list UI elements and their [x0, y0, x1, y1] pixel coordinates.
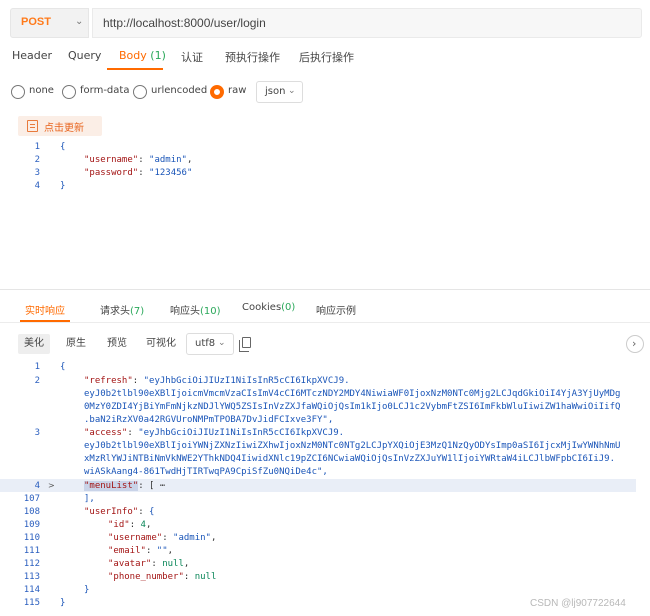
code-line-wrap: eyJ0b2tlbl90eXBlIjoiYWNjZXNzIiwiZXhwIjox…	[84, 441, 621, 451]
line-number: 114	[23, 585, 40, 595]
document-icon	[27, 120, 38, 132]
tab-auth[interactable]: 认证	[181, 49, 203, 65]
chevron-right-icon[interactable]: ›	[626, 335, 644, 353]
method-select[interactable]: POST ⌄	[10, 8, 89, 38]
line-number: 4	[34, 181, 40, 191]
view-visualize-button[interactable]: 可视化	[140, 334, 182, 354]
tab-cookies[interactable]: Cookies(0)	[242, 302, 295, 313]
line-number: 1	[34, 362, 40, 372]
tab-query[interactable]: Query	[68, 49, 101, 62]
code-line-wrap: wiASkAang4-861TwdHjTIRTwqPA9CpiSfZu0NQiD…	[84, 467, 328, 477]
code-line: "password": "123456"	[84, 168, 193, 178]
line-number: 3	[34, 428, 40, 438]
tab-response-examples[interactable]: 响应示例	[316, 302, 356, 317]
tab-body[interactable]: Body (1)	[119, 49, 166, 62]
code-line: }	[60, 598, 66, 608]
code-line: {	[60, 142, 66, 152]
code-line: "email": "",	[108, 546, 174, 556]
update-button[interactable]: 点击更新	[18, 116, 102, 136]
line-number: 111	[23, 546, 40, 556]
code-line: "userInfo": {	[84, 507, 155, 517]
divider	[0, 289, 650, 290]
code-line: "id": 4,	[108, 520, 152, 530]
watermark: CSDN @lj907722644	[530, 598, 626, 609]
code-line: "menuList": [ ⋯	[84, 481, 166, 491]
tab-response-headers[interactable]: 响应头(10)	[170, 302, 221, 317]
tab-request-headers[interactable]: 请求头(7)	[100, 302, 144, 317]
url-input[interactable]: http://localhost:8000/user/login	[92, 8, 642, 38]
request-body-editor[interactable]: 1 { 2 "username": "admin", 3 "password":…	[0, 140, 650, 288]
copy-icon[interactable]	[239, 337, 251, 352]
code-line-wrap: xMzRlYWJiNTBiNmVkNWE2YThkNDQ4IiwidXNlc19…	[84, 454, 616, 464]
chevron-down-icon: ⌄	[218, 338, 226, 348]
format-select[interactable]: json ⌄	[256, 81, 303, 103]
code-line: "username": "admin",	[84, 155, 193, 165]
line-number: 2	[34, 155, 40, 165]
code-line-wrap: .baN2iRzXV0a42RGVUroNMPmTPOBA7DvJidFCIxv…	[84, 415, 334, 425]
code-line: ],	[84, 494, 95, 504]
code-line: "avatar": null,	[108, 559, 190, 569]
response-tabs: 实时响应 请求头(7) 响应头(10) Cookies(0) 响应示例	[0, 296, 650, 322]
code-line: "access": "eyJhbGciOiJIUzI1NiIsInR5cCI6I…	[84, 428, 345, 438]
code-line-wrap: eyJ0b2tlbl90eXBlIjoicmVmcmVzaCIsImV4cCI6…	[84, 389, 621, 399]
line-number: 108	[23, 507, 40, 517]
view-preview-button[interactable]: 预览	[101, 334, 133, 354]
code-line-wrap: 0MzY0ZDI4YjBiYmFmNjkzNDJlYWQ5ZSIsInVzZXJ…	[84, 402, 621, 412]
code-line: }	[84, 585, 90, 595]
tab-live-response[interactable]: 实时响应	[25, 302, 65, 317]
chevron-down-icon: ⌄	[288, 86, 296, 96]
tab-body-count: (1)	[150, 49, 166, 62]
line-number: 115	[23, 598, 40, 608]
tab-post-script[interactable]: 后执行操作	[299, 49, 354, 65]
body-type-group: none form-data urlencoded raw	[0, 80, 650, 104]
url-text: http://localhost:8000/user/login	[103, 16, 266, 30]
view-raw-button[interactable]: 原生	[60, 334, 92, 354]
code-line: "username": "admin",	[108, 533, 217, 543]
chevron-right-icon[interactable]: >	[48, 481, 55, 490]
code-line: "refresh": "eyJhbGciOiJIUzI1NiIsInR5cCI6…	[84, 376, 350, 386]
tab-pre-script[interactable]: 预执行操作	[225, 49, 280, 65]
code-line: {	[60, 362, 66, 372]
response-body-editor[interactable]: 1 { 2 "refresh": "eyJhbGciOiJIUzI1NiIsIn…	[0, 360, 650, 616]
code-line: "phone_number": null	[108, 572, 217, 582]
encoding-select[interactable]: utf8 ⌄	[186, 333, 234, 355]
line-number: 4	[34, 481, 40, 491]
url-bar: POST ⌄ http://localhost:8000/user/login	[0, 8, 650, 38]
line-number: 110	[23, 533, 40, 543]
tab-header[interactable]: Header	[12, 49, 52, 62]
response-toolbar: 美化 原生 预览 可视化 utf8 ⌄	[18, 333, 650, 355]
line-number: 2	[34, 376, 40, 386]
view-pretty-button[interactable]: 美化	[18, 334, 50, 354]
line-number: 107	[23, 494, 40, 504]
method-label: POST	[21, 16, 51, 28]
chevron-down-icon: ⌄	[75, 16, 84, 27]
line-number: 112	[23, 559, 40, 569]
code-line: }	[60, 181, 66, 191]
request-tabs: Header Query Body (1) 认证 预执行操作 后执行操作	[0, 44, 650, 70]
divider	[0, 322, 650, 323]
line-number: 3	[34, 168, 40, 178]
line-number: 109	[23, 520, 40, 530]
line-number: 113	[23, 572, 40, 582]
active-tab-underline	[107, 68, 163, 70]
line-number: 1	[34, 142, 40, 152]
